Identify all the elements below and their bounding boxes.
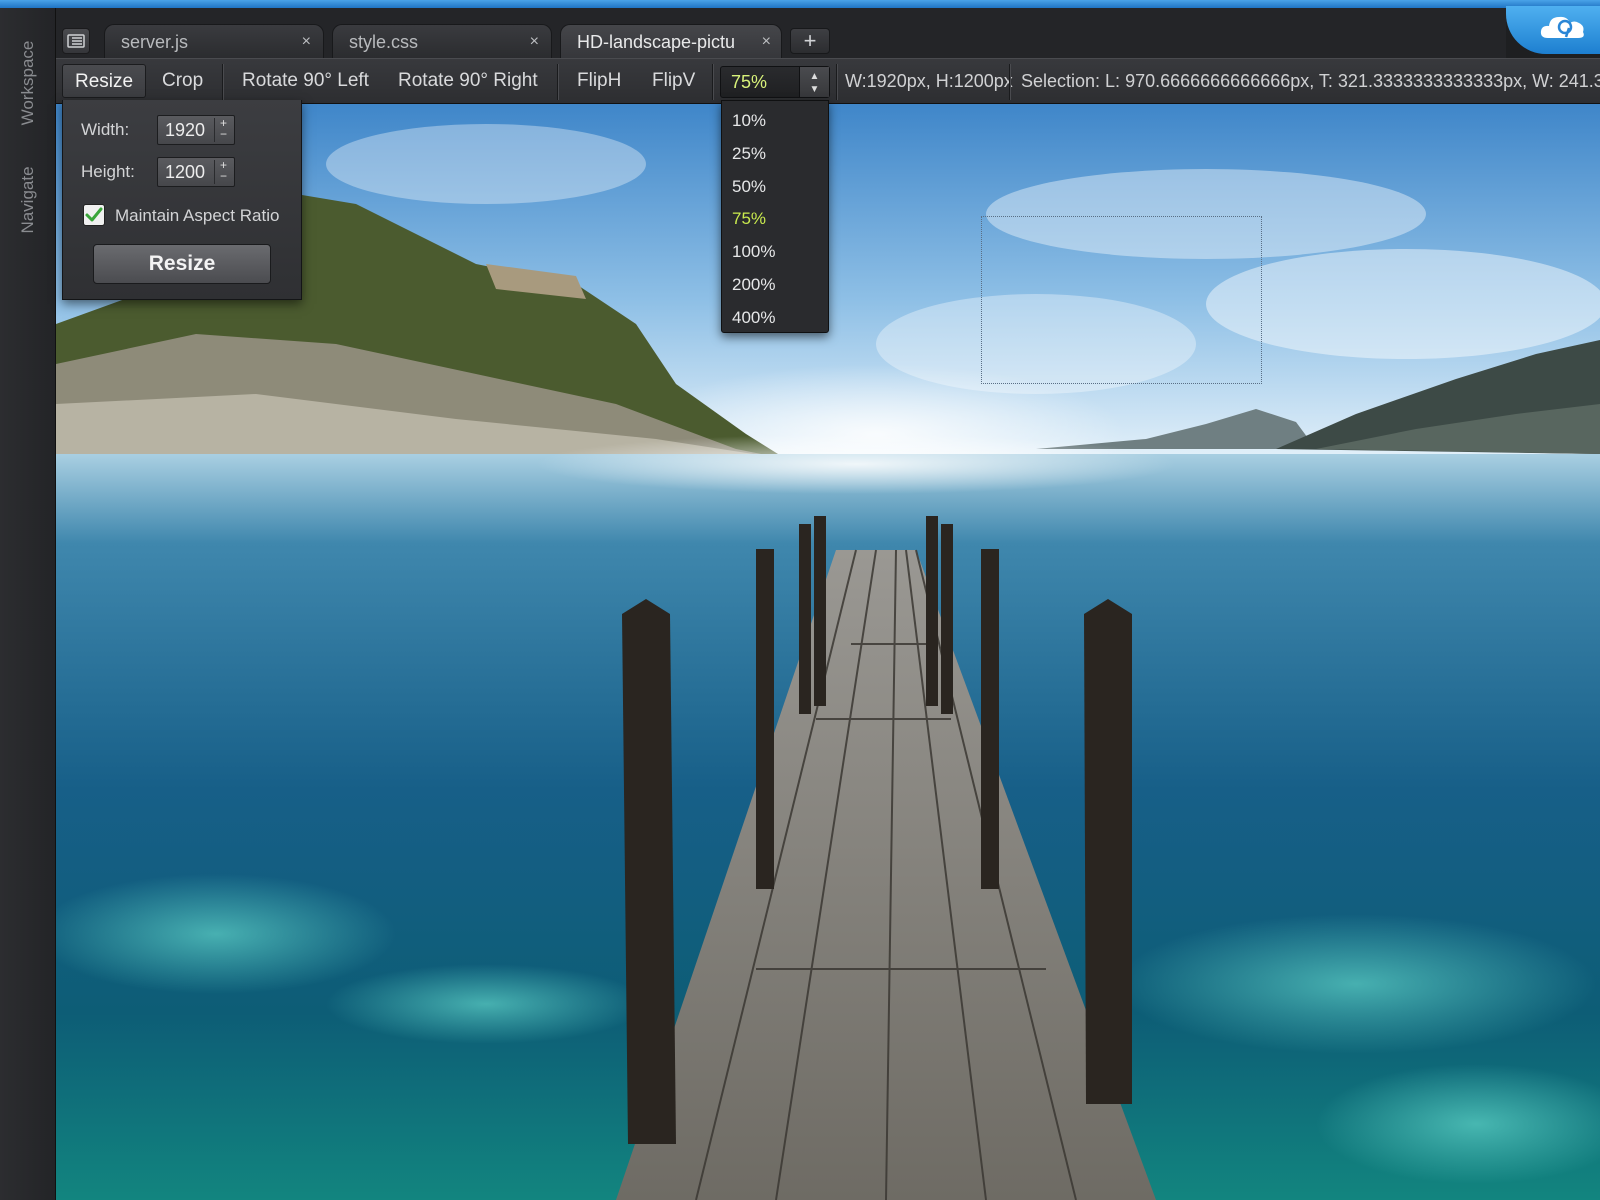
- rotate-left-button[interactable]: Rotate 90° Left: [230, 64, 381, 98]
- toolbar-divider: [712, 64, 714, 100]
- width-label: Width:: [81, 120, 130, 139]
- height-value: 1200: [165, 162, 206, 182]
- sidebar-item-navigate[interactable]: Navigate: [18, 166, 38, 233]
- panel-toggle-icon: [67, 34, 85, 48]
- close-icon[interactable]: ×: [530, 25, 539, 59]
- rotate-right-button[interactable]: Rotate 90° Right: [386, 64, 550, 98]
- maintain-aspect-checkbox[interactable]: [83, 204, 105, 226]
- tab-label: style.css: [349, 32, 419, 52]
- toolbar-divider: [222, 64, 224, 100]
- zoom-dropdown-menu: 10% 25% 50% 75% 100% 200% 400%: [721, 100, 829, 333]
- width-value: 1920: [165, 120, 206, 140]
- stepper-icon[interactable]: + −: [214, 159, 232, 184]
- resize-panel: Width: 1920 + − Height: 1200 + − Maintain …: [62, 100, 302, 300]
- tab-server-js[interactable]: server.js ×: [104, 24, 324, 58]
- zoom-current-value: 75%: [731, 72, 768, 92]
- maintain-aspect-label: Maintain Aspect Ratio: [115, 206, 280, 225]
- zoom-option-50[interactable]: 50%: [722, 171, 828, 204]
- toolbar-divider: [557, 64, 559, 100]
- cloud-icon[interactable]: [1538, 12, 1588, 42]
- left-sidebar: Workspace Navigate: [0, 8, 56, 1200]
- tab-label: server.js: [121, 32, 189, 52]
- resize-submit-button[interactable]: Resize: [93, 244, 271, 284]
- width-input[interactable]: 1920 + −: [157, 115, 235, 145]
- tab-style-css[interactable]: style.css ×: [332, 24, 552, 58]
- selection-rectangle[interactable]: [981, 216, 1262, 384]
- zoom-select[interactable]: 75% ▲ ▼: [720, 66, 830, 98]
- flip-horizontal-button[interactable]: FlipH: [565, 64, 633, 98]
- updown-arrows-icon[interactable]: ▲ ▼: [799, 67, 829, 97]
- stepper-icon[interactable]: + −: [214, 117, 232, 142]
- flip-vertical-button[interactable]: FlipV: [640, 64, 707, 98]
- plus-icon[interactable]: +: [790, 28, 830, 54]
- height-input[interactable]: 1200 + −: [157, 157, 235, 187]
- checkmark-icon: [85, 207, 103, 222]
- zoom-option-400[interactable]: 400%: [722, 302, 828, 335]
- tab-hd-landscape[interactable]: HD-landscape-pictu ×: [560, 24, 782, 58]
- close-icon[interactable]: ×: [762, 25, 771, 59]
- image-editor-window: ⌄ Workspace Navigate server.js × style.c…: [0, 0, 1600, 1200]
- selection-readout: Selection: L: 970.6666666666666px, T: 32…: [1021, 71, 1600, 91]
- zoom-option-100[interactable]: 100%: [722, 236, 828, 269]
- resize-tool-button[interactable]: Resize: [62, 64, 146, 98]
- zoom-option-75[interactable]: 75%: [722, 203, 828, 236]
- zoom-option-200[interactable]: 200%: [722, 269, 828, 302]
- zoom-option-10[interactable]: 10%: [722, 105, 828, 138]
- tab-label: HD-landscape-pictu: [577, 32, 736, 52]
- close-icon[interactable]: ×: [302, 25, 311, 59]
- crop-button[interactable]: Crop: [150, 64, 215, 98]
- toolbar-divider: [1009, 64, 1011, 100]
- sidebar-item-workspace[interactable]: Workspace: [18, 41, 38, 126]
- panel-toggle-button[interactable]: [62, 28, 90, 54]
- zoom-option-25[interactable]: 25%: [722, 138, 828, 171]
- height-label: Height:: [81, 162, 135, 181]
- toolbar-divider: [836, 64, 838, 100]
- image-dimensions: W:1920px, H:1200px: [845, 71, 1013, 91]
